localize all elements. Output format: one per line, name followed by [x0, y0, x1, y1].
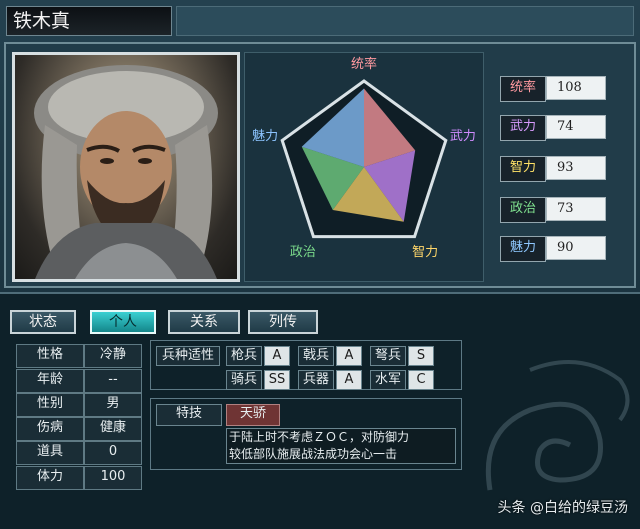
- aptitude-type-halberd: 戟兵: [298, 346, 334, 366]
- stat-label-politics: 政治: [500, 197, 546, 223]
- radar-axis-label-4: 魅力: [252, 129, 278, 144]
- aptitude-type-crossbow: 弩兵: [370, 346, 406, 366]
- info-row-personality: 性格 冷静: [16, 344, 142, 368]
- stat-list: 统率 108 武力 74 智力 93 政治 73 魅力 90: [490, 52, 628, 282]
- aptitude-type-spear: 枪兵: [226, 346, 262, 366]
- skill-description-line-2: 较低部队施展战法成功会心一击: [229, 447, 398, 461]
- aptitude-grade-cavalry: SS: [264, 370, 290, 390]
- stat-label-leadership: 统率: [500, 76, 546, 102]
- radar-axis-label-2: 智力: [412, 245, 438, 260]
- info-value-personality: 冷静: [84, 344, 142, 368]
- aptitude-type-cavalry: 骑兵: [226, 370, 262, 390]
- tab-status[interactable]: 状态: [10, 310, 76, 334]
- stat-label-war: 武力: [500, 115, 546, 141]
- skill-name: 天骄: [226, 404, 280, 426]
- info-value-gender: 男: [84, 393, 142, 417]
- info-row-gender: 性别 男: [16, 393, 142, 417]
- radar-axis-label-0: 统率: [351, 56, 377, 72]
- tab-biography[interactable]: 列传: [248, 310, 318, 334]
- aptitude-title: 兵种适性: [156, 346, 220, 366]
- title-strip: [176, 6, 634, 36]
- aptitude-grade-siege: A: [336, 370, 362, 390]
- stat-value-politics: 73: [546, 197, 606, 221]
- skill-title: 特技: [156, 404, 222, 426]
- info-label-personality: 性格: [16, 344, 84, 368]
- skill-description: 于陆上时不考虑ＺＯＣ，对防御力 较低部队施展战法成功会心一击: [226, 428, 456, 464]
- stat-row-war: 武力 74: [490, 115, 628, 141]
- aptitude-grade-halberd: A: [336, 346, 362, 366]
- stat-label-intelligence: 智力: [500, 156, 546, 182]
- tab-relations[interactable]: 关系: [168, 310, 240, 334]
- info-value-age: --: [84, 369, 142, 393]
- info-row-injury: 伤病 健康: [16, 417, 142, 441]
- stat-value-charisma: 90: [546, 236, 606, 260]
- info-label-injury: 伤病: [16, 417, 84, 441]
- aptitude-grade-crossbow: S: [408, 346, 434, 366]
- stat-value-war: 74: [546, 115, 606, 139]
- radar-svg: 统率武力智力 政治 魅力: [252, 56, 476, 260]
- aptitude-grade-navy: C: [408, 370, 434, 390]
- stat-row-charisma: 魅力 90: [490, 236, 628, 262]
- info-value-stamina: 100: [84, 466, 142, 490]
- stat-value-leadership: 108: [546, 76, 606, 100]
- info-label-items: 道具: [16, 441, 84, 465]
- info-row-items: 道具 0: [16, 441, 142, 465]
- stat-row-politics: 政治 73: [490, 197, 628, 223]
- aptitude-grade-spear: A: [264, 346, 290, 366]
- info-value-injury: 健康: [84, 417, 142, 441]
- stat-value-intelligence: 93: [546, 156, 606, 180]
- stat-radar-chart: 统率武力智力 政治 魅力: [244, 52, 484, 282]
- radar-axis-label-3: 政治: [290, 245, 316, 260]
- info-row-stamina: 体力 100: [16, 466, 142, 490]
- aptitude-type-siege: 兵器: [298, 370, 334, 390]
- watermark: 头条 @白给的绿豆汤: [497, 500, 628, 516]
- info-label-stamina: 体力: [16, 466, 84, 490]
- skill-description-line-1: 于陆上时不考虑ＺＯＣ，对防御力: [229, 430, 410, 444]
- tab-personal[interactable]: 个人: [90, 310, 156, 334]
- stat-label-charisma: 魅力: [500, 236, 546, 262]
- info-label-age: 年龄: [16, 369, 84, 393]
- info-label-gender: 性别: [16, 393, 84, 417]
- info-value-items: 0: [84, 441, 142, 465]
- decorative-swirl-icon: [485, 360, 630, 491]
- character-portrait: [12, 52, 240, 282]
- stat-row-leadership: 统率 108: [490, 76, 628, 102]
- stat-row-intelligence: 智力 93: [490, 156, 628, 182]
- aptitude-type-navy: 水军: [370, 370, 406, 390]
- character-name: 铁木真: [6, 6, 172, 36]
- radar-axis-label-1: 武力: [450, 129, 476, 144]
- info-row-age: 年龄 --: [16, 369, 142, 393]
